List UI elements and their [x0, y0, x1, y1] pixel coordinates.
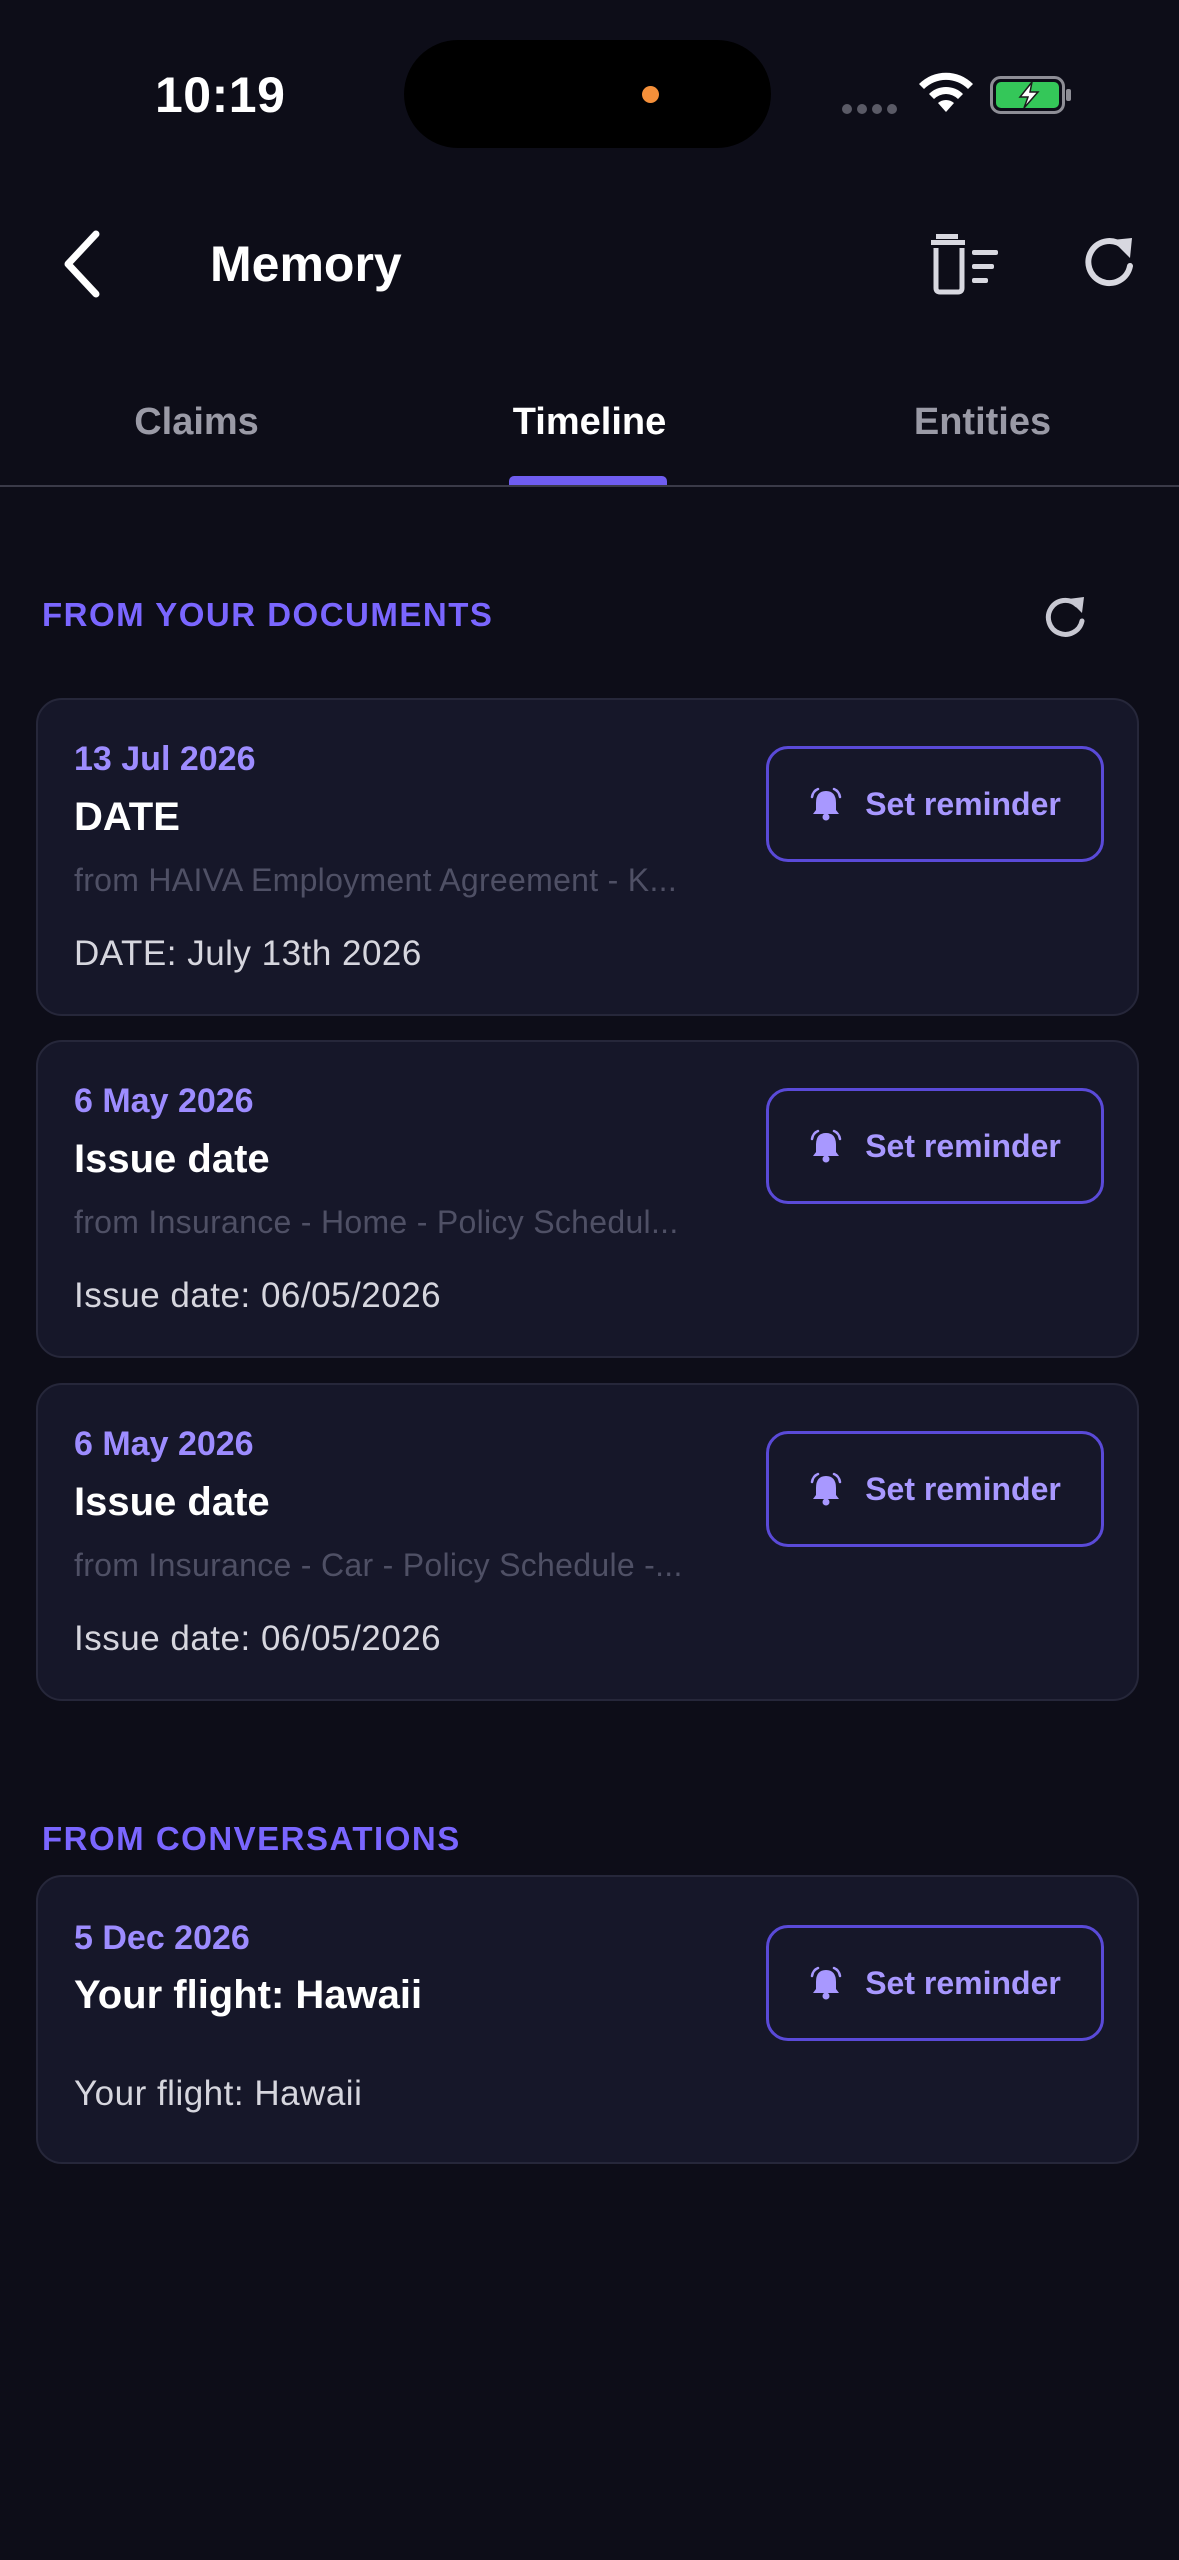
event-date: 5 Dec 2026: [74, 1919, 250, 1957]
trash-list-icon: [931, 234, 998, 295]
event-source: from Insurance - Home - Policy Schedul..…: [74, 1204, 679, 1240]
dynamic-island: [404, 40, 771, 148]
event-detail: DATE: July 13th 2026: [74, 934, 422, 973]
timeline-card: 6 May 2026 Issue date from Insurance - H…: [36, 1040, 1139, 1358]
alarm-bell-icon: [810, 1472, 842, 1506]
set-reminder-button[interactable]: Set reminder: [766, 1088, 1104, 1204]
timeline-card: 5 Dec 2026 Your flight: Hawaii Your flig…: [36, 1875, 1139, 2164]
event-title: Issue date: [74, 1480, 270, 1524]
set-reminder-label: Set reminder: [865, 1470, 1061, 1507]
refresh-icon: [1045, 597, 1085, 637]
event-title: DATE: [74, 795, 180, 839]
set-reminder-button[interactable]: Set reminder: [766, 1925, 1104, 2041]
alarm-bell-icon: [810, 1966, 842, 2000]
event-date: 6 May 2026: [74, 1425, 254, 1463]
alarm-bell-icon: [810, 787, 842, 821]
set-reminder-button[interactable]: Set reminder: [766, 746, 1104, 862]
event-detail: Issue date: 06/05/2026: [74, 1276, 442, 1315]
tab-entities[interactable]: Entities: [786, 360, 1179, 485]
tab-claims[interactable]: Claims: [0, 360, 393, 485]
clear-memory-button[interactable]: [928, 228, 1002, 298]
set-reminder-button[interactable]: Set reminder: [766, 1431, 1104, 1547]
event-date: 6 May 2026: [74, 1082, 254, 1120]
set-reminder-label: Set reminder: [865, 785, 1061, 822]
battery-charging-icon: [990, 76, 1071, 114]
section-heading-conversations: FROM CONVERSATIONS: [42, 1820, 461, 1857]
tab-bar: Claims Timeline Entities: [0, 360, 1179, 487]
active-tab-indicator: [509, 476, 667, 485]
event-detail: Your flight: Hawaii: [74, 2074, 363, 2113]
timeline-card: 13 Jul 2026 DATE from HAIVA Employment A…: [36, 698, 1139, 1016]
recording-indicator: [642, 86, 659, 103]
wifi-icon: [919, 72, 973, 112]
refresh-button[interactable]: [1074, 228, 1144, 298]
section-heading-documents: FROM YOUR DOCUMENTS: [42, 596, 494, 633]
documents-refresh-button[interactable]: [1035, 588, 1095, 648]
status-time: 10:19: [155, 67, 286, 123]
set-reminder-label: Set reminder: [865, 1964, 1061, 2001]
refresh-icon: [1085, 238, 1133, 287]
event-source: from HAIVA Employment Agreement - K...: [74, 862, 678, 898]
event-detail: Issue date: 06/05/2026: [74, 1619, 442, 1658]
cellular-signal-icon: [842, 104, 900, 116]
set-reminder-label: Set reminder: [865, 1127, 1061, 1164]
event-source: from Insurance - Car - Policy Schedule -…: [74, 1547, 683, 1583]
back-button[interactable]: [52, 226, 116, 302]
page-title: Memory: [210, 236, 402, 292]
timeline-card: 6 May 2026 Issue date from Insurance - C…: [36, 1383, 1139, 1701]
event-title: Your flight: Hawaii: [74, 1973, 423, 2017]
alarm-bell-icon: [810, 1129, 842, 1163]
event-date: 13 Jul 2026: [74, 740, 256, 778]
tab-timeline[interactable]: Timeline: [393, 360, 786, 485]
status-bar: 10:19: [0, 0, 1179, 190]
event-title: Issue date: [74, 1137, 270, 1181]
